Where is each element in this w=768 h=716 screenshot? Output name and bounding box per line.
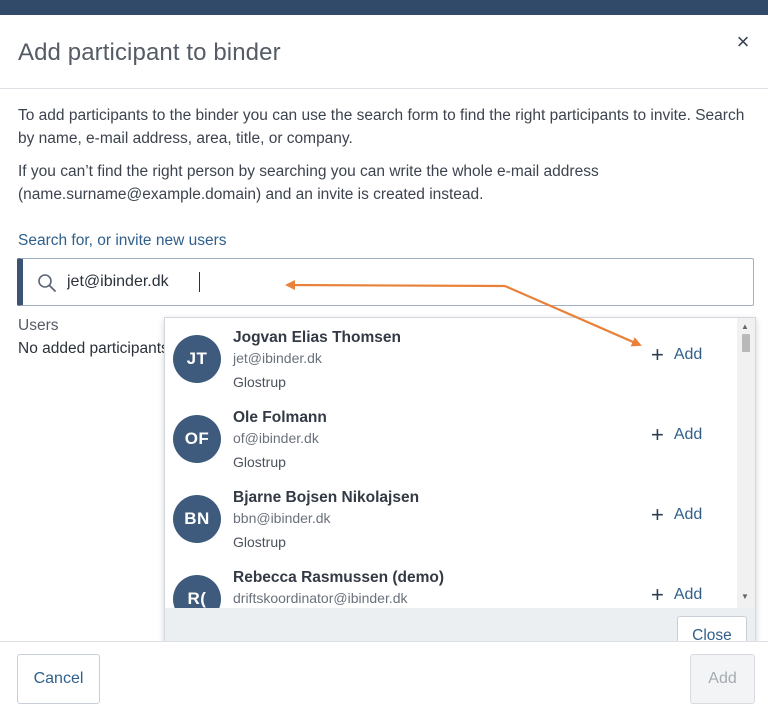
intro-text: To add participants to the binder you ca… <box>18 104 748 216</box>
users-heading: Users <box>18 317 59 334</box>
add-participant-button[interactable]: + Add <box>651 582 702 608</box>
avatar: R( <box>173 575 221 608</box>
avatar: BN <box>173 495 221 543</box>
result-item: BN Bjarne Bojsen Nikolajsen bbn@ibinder.… <box>165 478 737 558</box>
dialog-footer: Cancel Add <box>0 641 768 716</box>
dialog-title: Add participant to binder <box>18 39 281 66</box>
avatar: JT <box>173 335 221 383</box>
search-label: Search for, or invite new users <box>18 232 227 249</box>
add-label: Add <box>673 426 703 443</box>
plus-icon: + <box>651 502 664 527</box>
intro-paragraph-1: To add participants to the binder you ca… <box>18 107 745 147</box>
add-participant-button[interactable]: + Add <box>651 422 702 448</box>
search-icon <box>38 274 56 292</box>
scroll-down-icon[interactable]: ▼ <box>741 592 749 601</box>
dialog-header: Add participant to binder × <box>0 15 768 89</box>
add-label: Add <box>673 346 703 363</box>
result-item: R( Rebecca Rasmussen (demo) driftskoordi… <box>165 558 737 608</box>
add-label: Add <box>673 506 703 523</box>
result-item: OF Ole Folmann of@ibinder.dk Glostrup + A… <box>165 398 737 478</box>
search-field[interactable] <box>17 258 754 306</box>
cancel-button[interactable]: Cancel <box>17 654 100 704</box>
no-participants-text: No added participants <box>18 340 168 357</box>
person-email: jet@ibinder.dk <box>233 350 322 366</box>
search-results-dropdown: JT Jogvan Elias Thomsen jet@ibinder.dk G… <box>164 317 756 647</box>
avatar: OF <box>173 415 221 463</box>
plus-icon: + <box>651 422 664 447</box>
results-list: JT Jogvan Elias Thomsen jet@ibinder.dk G… <box>165 318 737 608</box>
search-input[interactable] <box>67 259 667 305</box>
scroll-up-icon[interactable]: ▲ <box>741 322 749 331</box>
result-item: JT Jogvan Elias Thomsen jet@ibinder.dk G… <box>165 318 737 398</box>
person-email: of@ibinder.dk <box>233 430 319 446</box>
person-name: Bjarne Bojsen Nikolajsen <box>233 489 420 506</box>
text-caret <box>199 272 200 292</box>
plus-icon: + <box>651 342 664 367</box>
person-email: driftskoordinator@ibinder.dk <box>233 590 408 606</box>
person-name: Jogvan Elias Thomsen <box>233 329 401 346</box>
add-label: Add <box>673 586 703 603</box>
close-icon[interactable]: × <box>732 31 754 53</box>
add-button[interactable]: Add <box>690 654 755 704</box>
person-email: bbn@ibinder.dk <box>233 510 331 526</box>
results-scrollbar[interactable]: ▲ ▼ <box>737 318 755 608</box>
plus-icon: + <box>651 582 664 607</box>
person-area: Glostrup <box>233 374 286 390</box>
person-area: Glostrup <box>233 454 286 470</box>
add-participant-button[interactable]: + Add <box>651 342 702 368</box>
add-participant-button[interactable]: + Add <box>651 502 702 528</box>
intro-paragraph-2: If you can’t find the right person by se… <box>18 163 599 203</box>
app-top-bar <box>0 0 768 15</box>
person-name: Ole Folmann <box>233 409 327 426</box>
scroll-thumb[interactable] <box>742 334 750 352</box>
person-area: Glostrup <box>233 534 286 550</box>
person-name: Rebecca Rasmussen (demo) <box>233 569 445 586</box>
